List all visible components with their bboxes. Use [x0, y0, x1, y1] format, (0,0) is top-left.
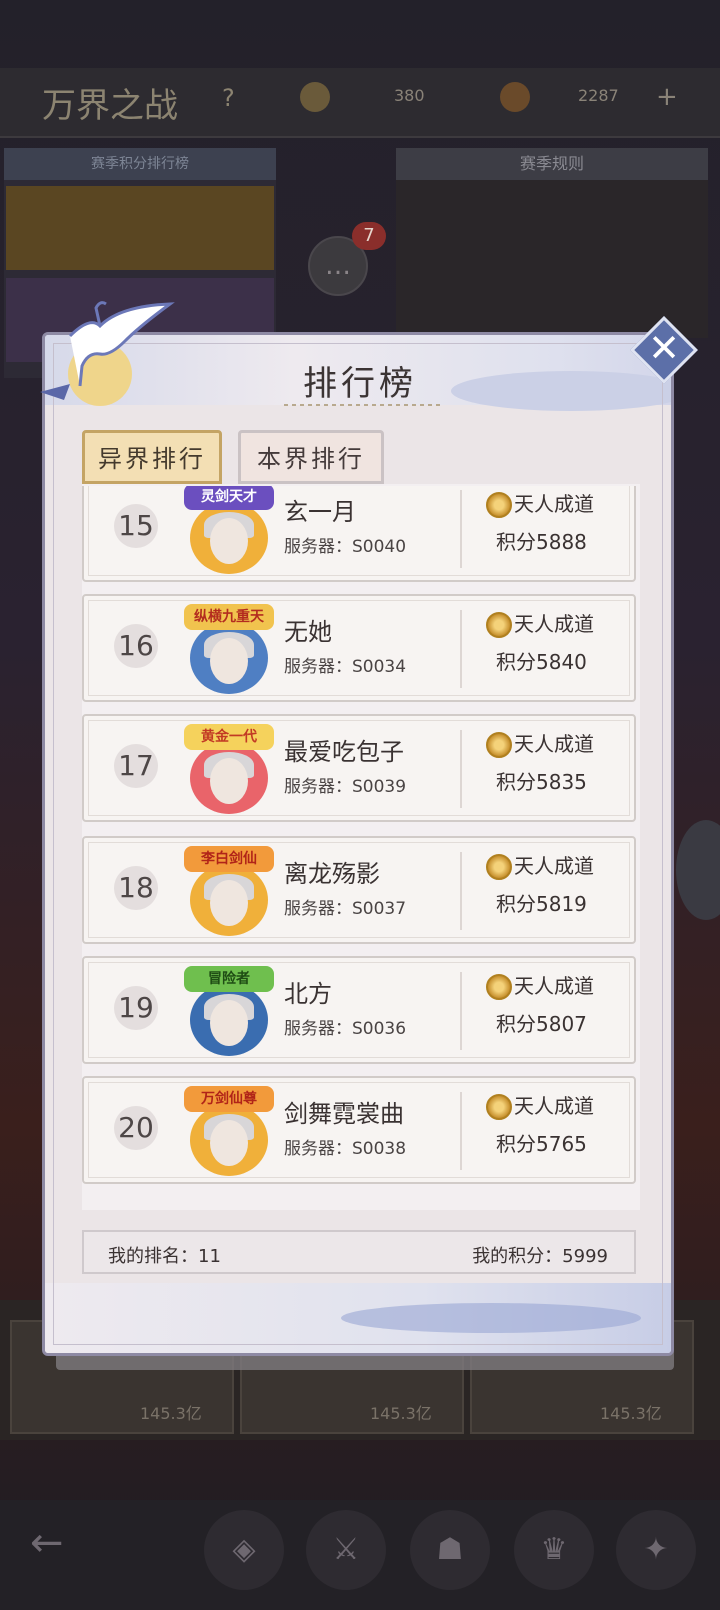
avatar-face [210, 638, 248, 684]
avatar[interactable]: 李白剑仙 [184, 846, 274, 938]
player-name: 离龙殇影 [284, 860, 380, 888]
player-name: 最爱吃包子 [284, 738, 404, 766]
avatar[interactable]: 灵剑天才 [184, 486, 274, 576]
rank-number: 19 [114, 986, 158, 1030]
row-divider [460, 1092, 462, 1170]
nav-item[interactable]: ♛ [514, 1510, 594, 1590]
avatar-face [210, 1000, 248, 1046]
avatar[interactable]: 万剑仙尊 [184, 1086, 274, 1178]
avatar[interactable]: 纵横九重天 [184, 604, 274, 696]
title-badge: 万剑仙尊 [184, 1086, 274, 1112]
row-divider [460, 852, 462, 930]
rank-number: 16 [114, 624, 158, 668]
player-name: 北方 [284, 980, 332, 1008]
avatar[interactable]: 冒险者 [184, 966, 274, 1058]
score-label: 积分5835 [496, 770, 587, 794]
my-rank: 我的排名：11 [108, 1246, 221, 1267]
nav-item[interactable]: ✦ [616, 1510, 696, 1590]
title-badge: 纵横九重天 [184, 604, 274, 630]
energy-icon [500, 82, 530, 112]
rank-number: 18 [114, 866, 158, 910]
ranking-row[interactable]: 16 纵横九重天 无她服务器：S0034 天人成道积分5840 [82, 594, 636, 702]
avatar-face [210, 518, 248, 564]
my-rank-bar: 我的排名：11 我的积分：5999 [82, 1230, 636, 1274]
season-rank-item [6, 186, 274, 270]
realm-label: 天人成道 [514, 854, 594, 878]
ranking-row[interactable]: 18 李白剑仙 离龙殇影服务器：S0037 天人成道积分5819 [82, 836, 636, 944]
server-label: 服务器：S0040 [284, 537, 407, 557]
player-name: 剑舞霓裳曲 [284, 1100, 404, 1128]
my-score: 我的积分：5999 [472, 1246, 608, 1267]
realm-label: 天人成道 [514, 732, 594, 756]
score-label: 积分5819 [496, 892, 587, 916]
player-name: 无她 [284, 618, 332, 646]
server-label: 服务器：S0039 [284, 777, 407, 797]
nav-item[interactable]: ◈ [204, 1510, 284, 1590]
rank-number: 20 [114, 1106, 158, 1150]
resource-1-value: 380 [394, 86, 425, 105]
server-label: 服务器：S0037 [284, 899, 407, 919]
title-badge: 李白剑仙 [184, 846, 274, 872]
wave-decoration [341, 1303, 641, 1333]
avatar[interactable]: 黄金一代 [184, 724, 274, 816]
ranking-row[interactable]: 20 万剑仙尊 剑舞霓裳曲服务器：S0038 天人成道积分5765 [82, 1076, 636, 1184]
row-divider [460, 490, 462, 568]
row-divider [460, 610, 462, 688]
realm-medal-icon [486, 612, 512, 638]
avatar-face [210, 758, 248, 804]
row-divider [460, 730, 462, 808]
season-rules-title: 赛季规则 [396, 148, 708, 180]
rank-number: 17 [114, 744, 158, 788]
reward-card-value: 145.3亿 [370, 1404, 432, 1423]
score-label: 积分5840 [496, 650, 587, 674]
bg-page-title: 万界之战 [42, 86, 178, 126]
add-resource-icon[interactable]: + [656, 82, 678, 112]
tab-this-realm[interactable]: 本界排行 [238, 430, 384, 484]
tab-other-realm[interactable]: 异界排行 [82, 430, 222, 484]
nav-item[interactable]: ⚔ [306, 1510, 386, 1590]
question-icon[interactable]: ? [222, 84, 235, 112]
ranking-row[interactable]: 17 黄金一代 最爱吃包子服务器：S0039 天人成道积分5835 [82, 714, 636, 822]
player-name: 玄一月 [284, 498, 356, 526]
chat-badge: 7 [352, 222, 386, 250]
avatar-face [210, 880, 248, 926]
ranking-row[interactable]: 19 冒险者 北方服务器：S0036 天人成道积分5807 [82, 956, 636, 1064]
nav-item[interactable]: ☗ [410, 1510, 490, 1590]
realm-medal-icon [486, 854, 512, 880]
season-rank-title: 赛季积分排行榜 [4, 148, 276, 180]
server-label: 服务器：S0034 [284, 657, 407, 677]
realm-medal-icon [486, 1094, 512, 1120]
realm-medal-icon [486, 974, 512, 1000]
score-label: 积分5807 [496, 1012, 587, 1036]
reward-card-value: 145.3亿 [600, 1404, 662, 1423]
score-label: 积分5888 [496, 530, 587, 554]
server-label: 服务器：S0038 [284, 1139, 407, 1159]
resource-2-value: 2287 [578, 86, 619, 105]
ranking-row[interactable]: 15 灵剑天才 玄一月服务器：S0040 天人成道积分5888 [82, 486, 636, 582]
dialog-title: 排行榜 [303, 364, 417, 404]
back-arrow-icon[interactable]: ← [30, 1520, 64, 1566]
server-label: 服务器：S0036 [284, 1019, 407, 1039]
realm-label: 天人成道 [514, 974, 594, 998]
realm-medal-icon [486, 732, 512, 758]
title-ornament [284, 404, 440, 406]
realm-label: 天人成道 [514, 492, 594, 516]
coin-icon [300, 82, 330, 112]
score-label: 积分5765 [496, 1132, 587, 1156]
reward-card-value: 145.3亿 [140, 1404, 202, 1423]
realm-label: 天人成道 [514, 612, 594, 636]
title-badge: 黄金一代 [184, 724, 274, 750]
row-divider [460, 972, 462, 1050]
avatar-face [210, 1120, 248, 1166]
title-badge: 冒险者 [184, 966, 274, 992]
rank-number: 15 [114, 504, 158, 548]
realm-medal-icon [486, 492, 512, 518]
realm-label: 天人成道 [514, 1094, 594, 1118]
title-badge: 灵剑天才 [184, 486, 274, 510]
